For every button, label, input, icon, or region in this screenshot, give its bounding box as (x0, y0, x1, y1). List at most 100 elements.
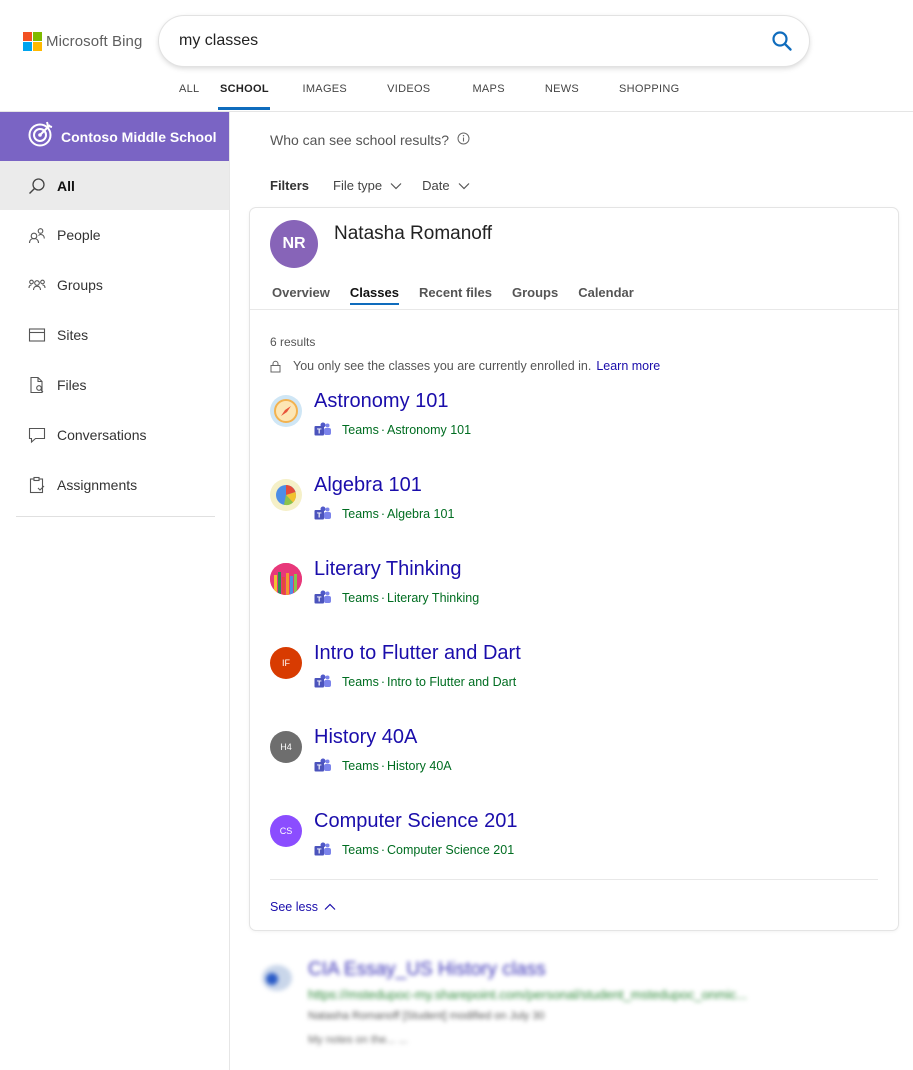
class-source: T Teams · Literary Thinking (314, 590, 479, 606)
file-icon (262, 965, 292, 991)
sidebar-item-label: All (57, 177, 75, 194)
avatar[interactable]: NR (270, 220, 318, 268)
class-title[interactable]: Astronomy 101 (314, 390, 449, 413)
chevron-down-icon (390, 182, 402, 189)
see-less-label: See less (270, 900, 318, 914)
logo-text: Microsoft Bing (46, 33, 143, 50)
search-input[interactable] (179, 30, 739, 52)
school-target-icon (27, 120, 55, 153)
class-initials-badge: H4 (270, 731, 302, 763)
class-source: T Teams · Intro to Flutter and Dart (314, 674, 516, 690)
learn-more-link[interactable]: Learn more (596, 359, 660, 373)
algebra-icon (270, 479, 302, 511)
svg-text:T: T (317, 763, 322, 772)
sidebar-item-label: Conversations (57, 427, 147, 443)
sidebar-item-conversations[interactable]: Conversations (0, 410, 229, 460)
svg-text:T: T (317, 847, 322, 856)
class-title[interactable]: Literary Thinking (314, 558, 461, 581)
sidebar-item-files[interactable]: Files (0, 360, 229, 410)
teams-icon: T (314, 506, 331, 520)
card-divider (270, 879, 878, 880)
class-result: Algebra 101 T Teams · Algebra 101 (270, 474, 870, 534)
sidebar-item-label: People (57, 227, 101, 243)
who-can-see-label: Who can see school results? (270, 132, 449, 148)
filter-label: File type (333, 178, 383, 193)
lock-icon (270, 360, 281, 372)
files-icon (28, 376, 46, 394)
svg-text:T: T (317, 511, 322, 520)
sidebar-item-assignments[interactable]: Assignments (0, 460, 229, 510)
school-sidebar: Contoso Middle School All People Groups … (0, 112, 230, 1070)
literary-icon (270, 563, 302, 595)
tab-news[interactable]: NEWS (545, 82, 579, 110)
who-can-see-results[interactable]: Who can see school results? (270, 132, 470, 148)
tab-classes[interactable]: Classes (349, 285, 400, 305)
chevron-down-icon (458, 182, 470, 189)
tab-videos[interactable]: VIDEOS (387, 82, 430, 110)
sidebar-item-groups[interactable]: Groups (0, 260, 229, 310)
tab-calendar[interactable]: Calendar (578, 285, 634, 305)
sidebar-item-label: Sites (57, 327, 89, 343)
conversations-icon (28, 426, 46, 444)
sidebar-item-people[interactable]: People (0, 210, 229, 260)
search-icon (28, 177, 46, 195)
microsoft-logo-icon (23, 32, 42, 51)
class-result: CS Computer Science 201 T Teams · Computer… (270, 810, 870, 870)
tab-images[interactable]: IMAGES (302, 82, 347, 110)
svg-text:T: T (317, 595, 322, 604)
astronomy-icon (270, 395, 302, 427)
info-icon[interactable] (457, 132, 470, 148)
tab-maps[interactable]: MAPS (472, 82, 504, 110)
sidebar-item-label: Assignments (57, 477, 138, 493)
filter-label: Date (422, 178, 450, 193)
svg-text:T: T (317, 679, 322, 688)
file-type-filter[interactable]: File type (333, 178, 402, 193)
person-name[interactable]: Natasha Romanoff (334, 223, 492, 245)
assignments-icon (28, 476, 46, 494)
teams-icon: T (314, 674, 331, 688)
search-icon[interactable] (771, 30, 793, 52)
class-result: IF Intro to Flutter and Dart T Teams · Int… (270, 642, 870, 702)
result-snippet: My notes on the... ... (308, 1034, 408, 1046)
bing-logo[interactable]: Microsoft Bing (23, 32, 142, 51)
class-source: T Teams · Computer Science 201 (314, 842, 514, 858)
teams-icon: T (314, 422, 331, 436)
svg-text:T: T (317, 427, 322, 436)
date-filter[interactable]: Date (422, 178, 470, 193)
tab-overview[interactable]: Overview (272, 285, 330, 305)
see-less-button[interactable]: See less (270, 900, 336, 914)
class-initials-badge: IF (270, 647, 302, 679)
enrolled-note: You only see the classes you are current… (270, 359, 660, 373)
sidebar-item-sites[interactable]: Sites (0, 310, 229, 360)
people-icon (28, 226, 46, 244)
class-result: Astronomy 101 T Teams · Astronomy 101 (270, 390, 870, 450)
class-result: H4 History 40A T Teams · History 40A (270, 726, 870, 786)
tab-groups[interactable]: Groups (512, 285, 558, 305)
tab-shopping[interactable]: SHOPPING (619, 82, 679, 110)
results-count: 6 results (270, 335, 316, 349)
teams-icon: T (314, 590, 331, 604)
tab-school[interactable]: SCHOOL (218, 82, 271, 110)
sites-icon (28, 326, 46, 344)
tab-recent-files[interactable]: Recent files (419, 285, 492, 305)
teams-icon: T (314, 842, 331, 856)
class-initials-badge: CS (270, 815, 302, 847)
result-title[interactable]: CIA Essay_US History class (308, 959, 546, 981)
class-title[interactable]: Computer Science 201 (314, 810, 517, 833)
class-title[interactable]: Algebra 101 (314, 474, 422, 497)
search-box (159, 16, 809, 66)
enrolled-text: You only see the classes you are current… (293, 359, 592, 373)
sidebar-divider (16, 516, 215, 517)
tab-all[interactable]: ALL (163, 82, 221, 110)
class-title[interactable]: History 40A (314, 726, 417, 749)
class-source: T Teams · History 40A (314, 758, 452, 774)
result-url: https://mstedupoc-my.sharepoint.com/pers… (308, 987, 748, 1002)
filters-bar: Filters File type Date (270, 178, 490, 193)
person-tabs: Overview Classes Recent files Groups Cal… (272, 285, 654, 305)
sidebar-item-all[interactable]: All (0, 161, 229, 210)
card-divider (250, 309, 898, 310)
person-card: NR Natasha Romanoff Overview Classes Rec… (250, 208, 898, 930)
school-name: Contoso Middle School (61, 128, 217, 145)
school-banner[interactable]: Contoso Middle School (0, 112, 229, 161)
class-title[interactable]: Intro to Flutter and Dart (314, 642, 521, 665)
